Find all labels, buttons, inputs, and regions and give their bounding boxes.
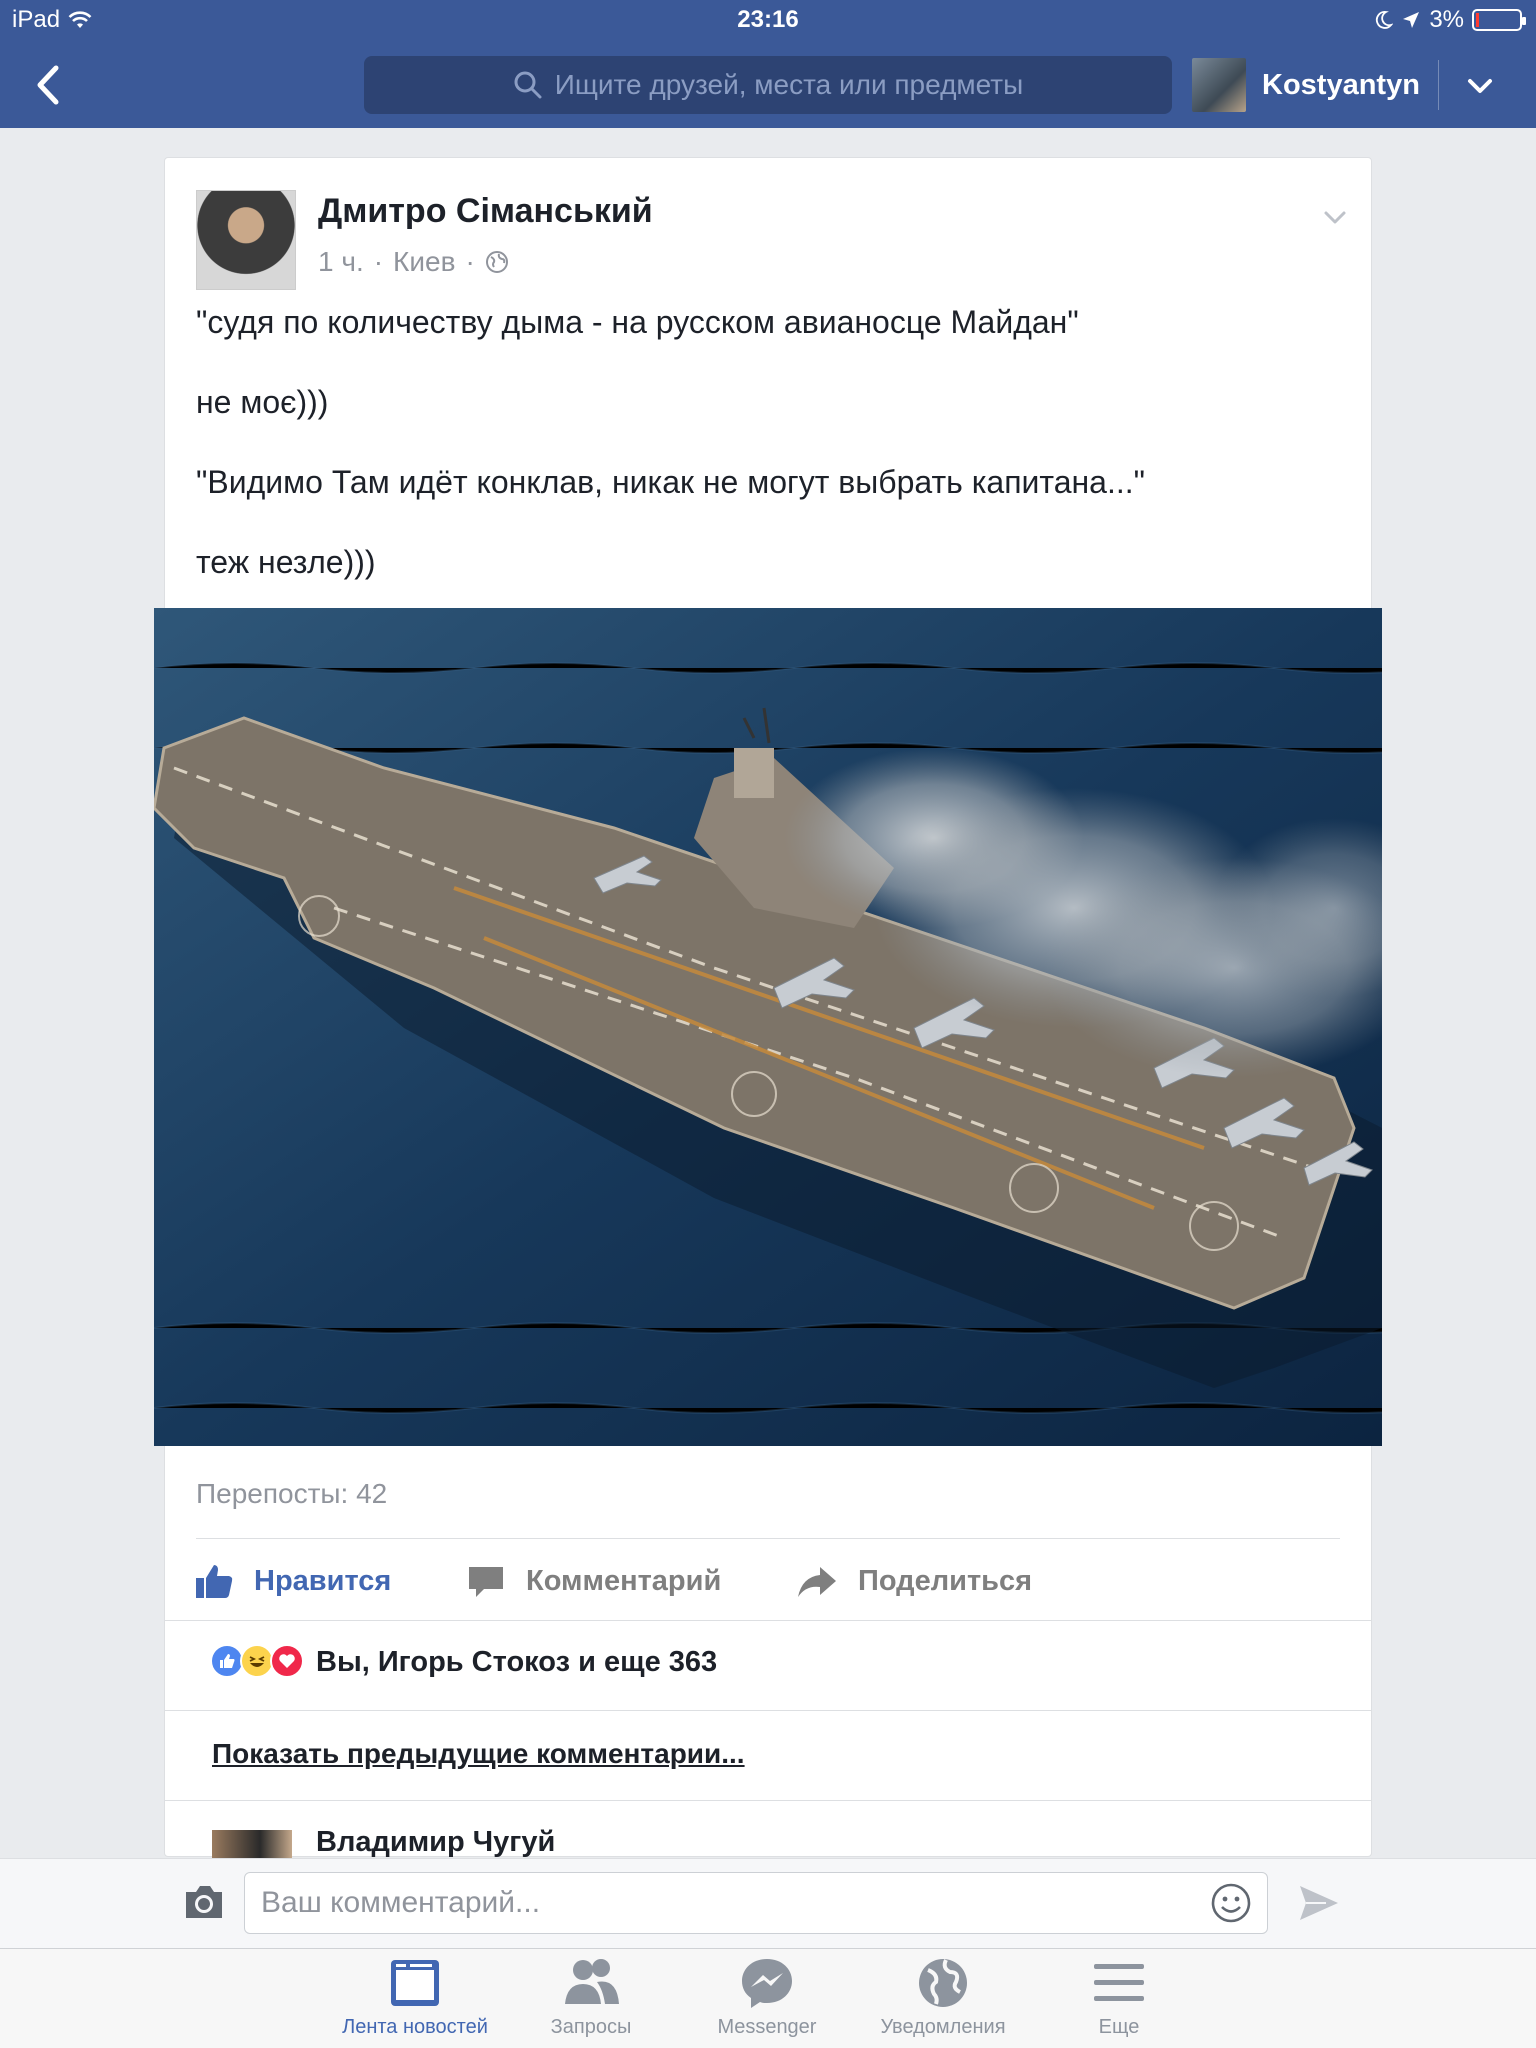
divider bbox=[164, 1800, 1372, 1801]
profile-button[interactable]: Kostyantyn bbox=[1192, 56, 1420, 114]
avatar bbox=[1192, 58, 1246, 112]
back-arrow-icon[interactable] bbox=[28, 60, 68, 110]
divider bbox=[164, 1620, 1372, 1621]
divider bbox=[164, 1710, 1372, 1711]
meta-separator: · bbox=[373, 246, 384, 277]
camera-icon[interactable] bbox=[182, 1882, 226, 1922]
globe-privacy-icon bbox=[485, 251, 508, 273]
tab-notifications[interactable]: Уведомления bbox=[858, 1956, 1028, 2039]
battery-percent: 3% bbox=[1429, 6, 1464, 33]
love-reaction-icon bbox=[270, 1644, 304, 1678]
post-photo[interactable] bbox=[154, 608, 1382, 1446]
post-text-line: "судя по количеству дыма - на русском ав… bbox=[196, 304, 1079, 340]
post-author[interactable]: Дмитро Сіманський bbox=[318, 192, 653, 231]
tab-news-feed[interactable]: Лента новостей bbox=[330, 1956, 500, 2039]
top-bar: iPad 23:16 3% Ищите друзей, места или пр… bbox=[0, 0, 1536, 128]
comment-placeholder: Ваш комментарий... bbox=[261, 1886, 541, 1919]
status-bar: iPad 23:16 3% bbox=[0, 0, 1536, 40]
header-divider bbox=[1438, 60, 1439, 110]
post-time[interactable]: 1 ч. bbox=[318, 246, 364, 278]
reposts-count[interactable]: Перепосты: 42 bbox=[196, 1478, 387, 1510]
location-arrow-icon bbox=[1403, 12, 1420, 28]
meta-separator: · bbox=[465, 246, 475, 277]
reactions-summary[interactable] bbox=[210, 1644, 304, 1678]
like-reaction-icon bbox=[210, 1644, 244, 1678]
chevron-down-icon[interactable] bbox=[1462, 68, 1498, 104]
author-avatar[interactable] bbox=[196, 190, 296, 290]
search-icon bbox=[514, 71, 542, 99]
aircraft-carrier-image bbox=[154, 608, 1382, 1446]
tab-label: Запросы bbox=[550, 2016, 632, 2038]
search-placeholder: Ищите друзей, места или предметы bbox=[554, 69, 1024, 100]
post-options-chevron-icon[interactable] bbox=[1318, 200, 1352, 234]
friend-requests-icon bbox=[565, 1959, 619, 2004]
post-meta: 1 ч. · Киев · bbox=[318, 246, 509, 278]
reactions-text[interactable]: Вы, Игорь Стокоз и еще 363 bbox=[316, 1646, 717, 1679]
tab-label: Уведомления bbox=[880, 2016, 1006, 2038]
thumbs-up-icon bbox=[196, 1565, 233, 1598]
moon-icon bbox=[1376, 11, 1394, 29]
post-text-line: "Видимо Там идёт конклав, никак не могут… bbox=[196, 464, 1145, 500]
share-label: Поделиться bbox=[858, 1564, 1033, 1597]
commenter-name[interactable]: Владимир Чугуй bbox=[316, 1826, 555, 1859]
comment-bubble-icon bbox=[469, 1567, 503, 1597]
post-location[interactable]: Киев bbox=[393, 246, 455, 278]
tab-label: Еще bbox=[1098, 2016, 1140, 2038]
tab-messenger[interactable]: Messenger bbox=[682, 1956, 852, 2039]
haha-reaction-icon bbox=[240, 1644, 274, 1678]
like-button[interactable]: Нравится bbox=[194, 1556, 391, 1606]
status-time: 23:16 bbox=[737, 6, 799, 33]
commenter-avatar[interactable] bbox=[212, 1830, 292, 1858]
emoji-icon[interactable] bbox=[1210, 1882, 1252, 1924]
tab-friend-requests[interactable]: Запросы bbox=[506, 1956, 676, 2039]
profile-name: Kostyantyn bbox=[1262, 68, 1420, 101]
tab-label: Лента новостей bbox=[342, 2016, 488, 2038]
comment-button[interactable]: Комментарий bbox=[466, 1556, 721, 1606]
battery-icon bbox=[1472, 9, 1526, 31]
divider bbox=[196, 1538, 1340, 1539]
comment-label: Комментарий bbox=[526, 1564, 722, 1597]
post-text-line: теж незле))) bbox=[196, 544, 376, 580]
globe-icon bbox=[919, 1959, 967, 2007]
show-previous-comments-link[interactable]: Показать предыдущие комментарии... bbox=[212, 1738, 745, 1770]
tab-more[interactable]: Еще bbox=[1034, 1956, 1204, 2039]
messenger-icon bbox=[742, 1959, 792, 2008]
tab-label: Messenger bbox=[717, 2016, 817, 2038]
like-label: Нравится bbox=[254, 1564, 392, 1597]
comment-input[interactable]: Ваш комментарий... bbox=[244, 1872, 1268, 1934]
post-text-line: не моє))) bbox=[196, 384, 329, 420]
send-icon[interactable] bbox=[1296, 1880, 1342, 1926]
news-feed-icon bbox=[391, 1960, 439, 2006]
search-input[interactable]: Ищите друзей, места или предметы bbox=[364, 56, 1172, 114]
share-button[interactable]: Поделиться bbox=[796, 1556, 1032, 1606]
share-arrow-icon bbox=[798, 1567, 836, 1597]
menu-icon bbox=[1094, 1964, 1144, 2001]
